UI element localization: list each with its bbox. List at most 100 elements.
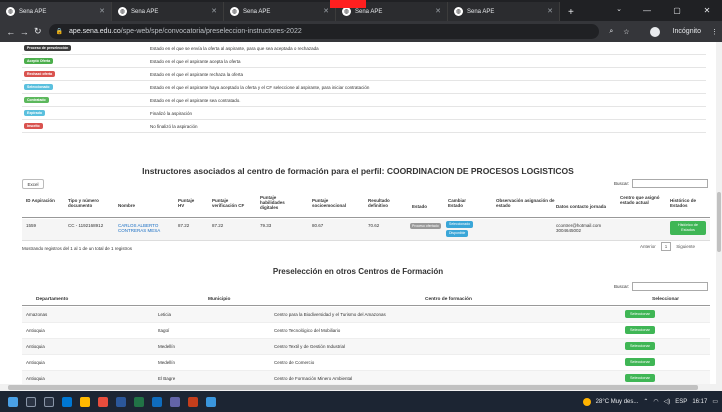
browser-tab[interactable]: ◍ Sena APE ✕ — [448, 2, 560, 21]
legend-row: Aceptó Oferta Estado en el que el aspiran… — [22, 55, 706, 68]
close-tab-icon[interactable]: ✕ — [99, 7, 105, 15]
col-resultado[interactable]: Resultado definitivo — [368, 198, 400, 208]
col-verificacion[interactable]: Puntaje verificación CF — [212, 198, 252, 208]
nombre-link[interactable]: CARLOS ALBERTO CONTRERAS MESA — [118, 223, 168, 233]
excel-icon[interactable] — [134, 396, 144, 407]
file-explorer-icon[interactable] — [80, 396, 90, 407]
col-id[interactable]: ID Aspiración — [26, 198, 56, 203]
browser-tab[interactable]: ◍ Sena APE ✕ — [112, 2, 224, 21]
col-nombre[interactable]: Nombre — [118, 203, 148, 208]
tab-search-icon[interactable]: ⌄ — [616, 5, 622, 13]
col-hv[interactable]: Puntaje HV — [178, 198, 200, 208]
pager-page[interactable]: 1 — [660, 242, 672, 251]
browser-tab[interactable]: ◍ Sena APE ✕ — [0, 2, 112, 21]
back-icon[interactable]: ← — [4, 27, 18, 37]
col-socioemocional[interactable]: Puntaje socioemocional — [312, 198, 350, 208]
search-input[interactable] — [632, 179, 709, 188]
cell-id: 1559 — [26, 223, 37, 228]
cell-departamento: Antioquia — [26, 328, 45, 333]
seleccionar-button[interactable]: Seleccionar — [625, 358, 655, 366]
scrollbar-thumb[interactable] — [8, 385, 698, 390]
status-badge: Proceso ofertado — [410, 223, 441, 229]
col-cambiar[interactable]: Cambiar Estado — [448, 198, 478, 208]
pager-next[interactable]: Siguiente — [676, 244, 695, 249]
cell-digitales: 79.33 — [260, 223, 272, 228]
cell-centro: Centro de Formación Minero Ambiental — [274, 376, 353, 381]
outlook-icon[interactable] — [152, 396, 162, 407]
cell-municipio: El Bagre — [158, 376, 176, 381]
tab-title: Sena APE — [19, 8, 47, 15]
cell-centro: Centro de Comercio — [274, 360, 315, 365]
col-observacion[interactable]: Observación asignación de estado — [496, 198, 556, 208]
excel-button[interactable]: Excel — [22, 179, 44, 189]
app-icon[interactable] — [206, 396, 216, 407]
chrome-icon[interactable] — [98, 396, 108, 407]
search-label: Buscar: — [614, 284, 630, 289]
edge-icon[interactable] — [62, 396, 72, 407]
pager-prev[interactable]: Anterior — [640, 244, 656, 249]
word-icon[interactable] — [116, 396, 126, 407]
seleccionar-button[interactable]: Seleccionar — [625, 326, 655, 334]
volume-icon[interactable]: ◁) — [664, 398, 671, 405]
seleccionar-button[interactable]: Seleccionar — [625, 310, 655, 318]
preseleccion-title: Preselección en otros Centros de Formaci… — [272, 267, 444, 276]
col-digitales[interactable]: Puntaje habilidades digitales — [260, 195, 294, 210]
wifi-icon[interactable]: ◠ — [653, 398, 658, 405]
reload-icon[interactable]: ↻ — [31, 26, 45, 37]
url-path: /spe-web/spe/convocatoria/preseleccion-i… — [120, 28, 302, 35]
col-centro[interactable]: Centro que asignó estado actual — [620, 195, 660, 205]
col-centro-formacion[interactable]: Centro de formación — [425, 297, 472, 302]
clock[interactable]: 16:17 — [692, 399, 707, 405]
notifications-icon[interactable]: ▭ — [712, 398, 718, 405]
vertical-scrollbar[interactable] — [716, 42, 722, 384]
col-estado[interactable]: Estado — [412, 204, 436, 209]
cell-documento: CC - 1192168912 — [68, 223, 104, 228]
incognito-profile[interactable]: Incógnito — [640, 26, 701, 37]
search-input[interactable] — [632, 282, 709, 291]
browser-tab[interactable]: ◍ Sena APE ✕ — [224, 2, 336, 21]
seleccionar-button[interactable]: Seleccionar — [625, 374, 655, 382]
task-view-icon[interactable] — [44, 396, 54, 407]
forward-icon[interactable]: → — [18, 27, 32, 37]
teams-icon[interactable] — [170, 396, 180, 407]
powerpoint-icon[interactable] — [188, 396, 198, 407]
weather-text[interactable]: 28°C Muy des... — [596, 399, 639, 405]
seleccionado-button[interactable]: Seleccionado — [446, 221, 474, 228]
language-indicator[interactable]: ESP — [675, 399, 687, 405]
legend-badge: Expirado — [24, 110, 45, 116]
search-icon[interactable]: ⌕ — [609, 28, 613, 36]
cell-centro: Centro para la Biodiversidad y el Turism… — [274, 312, 386, 317]
chevron-up-icon[interactable]: ⌃ — [643, 398, 648, 405]
disponible-button[interactable]: Disponible — [446, 230, 469, 237]
estado-legend: Proceso de preselección Estado en el que … — [22, 42, 706, 133]
col-seleccionar[interactable]: Seleccionar — [652, 297, 679, 302]
tab-title: Sena APE — [355, 8, 383, 15]
close-tab-icon[interactable]: ✕ — [211, 7, 217, 15]
col-municipio[interactable]: Municipio — [208, 297, 230, 302]
horizontal-scrollbar[interactable] — [0, 384, 722, 391]
col-documento[interactable]: Tipo y número documento — [68, 198, 108, 208]
close-tab-icon[interactable]: ✕ — [435, 7, 441, 15]
new-tab-button[interactable]: + — [568, 7, 574, 18]
windows-start-icon[interactable] — [8, 396, 18, 407]
close-tab-icon[interactable]: ✕ — [547, 7, 553, 15]
globe-icon: ◍ — [230, 7, 239, 16]
url-input[interactable]: 🔒 ape.sena.edu.co /spe-web/spe/convocato… — [48, 24, 600, 39]
search-icon[interactable] — [26, 396, 36, 407]
table-row: Antioquia Medellín Centro Textil y de Gest… — [22, 339, 710, 355]
col-historico[interactable]: Histórico de Estados — [670, 198, 706, 208]
maximize-icon[interactable]: ▢ — [662, 0, 692, 21]
close-window-icon[interactable]: ✕ — [692, 0, 722, 21]
table-row: Antioquia El Bagre Centro de Formación Min… — [22, 371, 710, 384]
scrollbar-thumb[interactable] — [717, 192, 721, 252]
legend-row: Expirado Finalizó la aspiración — [22, 107, 706, 120]
menu-icon[interactable]: ⋮ — [711, 28, 718, 36]
col-departamento[interactable]: Departamento — [36, 297, 68, 302]
minimize-icon[interactable]: — — [632, 0, 662, 21]
col-contacto[interactable]: Datos contacto jornada — [556, 204, 622, 209]
close-tab-icon[interactable]: ✕ — [323, 7, 329, 15]
bookmark-star-icon[interactable]: ☆ — [623, 28, 629, 36]
seleccionar-button[interactable]: Seleccionar — [625, 342, 655, 350]
cell-municipio: Medellín — [158, 360, 176, 365]
historico-button[interactable]: Histórico de Estados — [670, 221, 706, 235]
